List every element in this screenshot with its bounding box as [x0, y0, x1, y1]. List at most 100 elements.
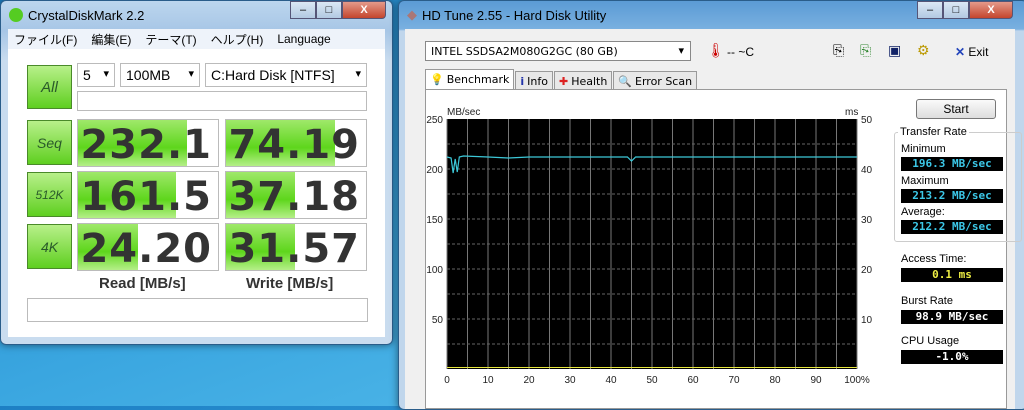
- read-header: Read [MB/s]: [99, 275, 186, 292]
- tab-label: Error Scan: [635, 75, 693, 88]
- hdt-body: INTEL SSDSA2M080G2GC (80 GB) 🌡 -- ~C ⎘ ⎘…: [405, 29, 1022, 409]
- read-result: 232.1: [77, 119, 219, 167]
- maximum-label: Maximum: [901, 175, 949, 187]
- exit-button[interactable]: ✕ Exit: [955, 45, 988, 59]
- health-cross-icon: ✚: [558, 75, 569, 88]
- x-tick-label: 50: [646, 375, 658, 386]
- write-result: 31.57: [225, 223, 367, 271]
- write-header: Write [MB/s]: [246, 275, 334, 292]
- test-button-512k[interactable]: 512K: [27, 172, 72, 217]
- access-time-label: Access Time:: [901, 253, 967, 265]
- app-icon: [9, 8, 23, 22]
- y2-tick-label: 20: [861, 265, 873, 276]
- tab-label: Health: [571, 75, 608, 88]
- x-tick-label: 20: [523, 375, 535, 386]
- x-tick-label: 40: [605, 375, 617, 386]
- maximum-value: 213.2 MB/sec: [901, 189, 1003, 203]
- tab-label: Info: [527, 75, 548, 88]
- info-icon: i: [520, 75, 525, 88]
- window-controls: – □ X: [290, 1, 386, 19]
- tab-info[interactable]: i Info: [515, 71, 553, 91]
- minimum-label: Minimum: [901, 143, 946, 155]
- read-result: 24.20: [77, 223, 219, 271]
- write-value: 74.19: [228, 122, 360, 167]
- benchmark-chart: MB/sec ms2502001501005050403020100 10 20 30 4…: [426, 107, 873, 386]
- copy-icon[interactable]: ⎘: [833, 42, 844, 59]
- cdm-body: All 5 100MB C:Hard Disk [NTFS] Seq 232.1…: [8, 49, 385, 337]
- maximize-button[interactable]: □: [316, 1, 342, 19]
- save-icon[interactable]: ▣: [888, 42, 901, 59]
- benchmark-panel: MB/sec ms 250 200 150 100 50 50 40 30 20 10 0 10 20 30 4…: [425, 89, 1022, 409]
- test-button-4k[interactable]: 4K: [27, 224, 72, 269]
- magnifier-icon: 🔍: [618, 75, 633, 88]
- tab-error-scan[interactable]: 🔍 Error Scan: [613, 71, 698, 91]
- write-value: 37.18: [228, 174, 360, 219]
- x-tick-label: 60: [687, 375, 699, 386]
- y2-tick-label: 40: [861, 165, 873, 176]
- x-tick-label: 30: [564, 375, 576, 386]
- menu-help[interactable]: ヘルプ(H): [211, 31, 264, 48]
- runs-select[interactable]: 5: [77, 63, 115, 87]
- access-time-value: 0.1 ms: [901, 268, 1003, 282]
- comment-box[interactable]: [27, 298, 368, 322]
- minimize-button[interactable]: –: [290, 1, 316, 19]
- drive-select[interactable]: C:Hard Disk [NTFS]: [205, 63, 367, 87]
- burst-rate-label: Burst Rate: [901, 295, 953, 307]
- cpu-usage-label: CPU Usage: [901, 335, 960, 347]
- menu-bar: ファイル(F) 編集(E) テーマ(T) ヘルプ(H) Language: [8, 29, 385, 49]
- window-title: HD Tune 2.55 - Hard Disk Utility: [422, 7, 607, 23]
- menu-theme[interactable]: テーマ(T): [145, 31, 196, 48]
- write-value: 31.57: [228, 226, 360, 271]
- size-select[interactable]: 100MB: [120, 63, 200, 87]
- read-result: 161.5: [77, 171, 219, 219]
- y2-tick-label: 50: [861, 115, 873, 126]
- x-tick-label: 70: [728, 375, 740, 386]
- tab-health[interactable]: ✚ Health: [553, 71, 613, 91]
- close-button[interactable]: X: [969, 1, 1013, 19]
- x-tick-label: 100%: [844, 375, 870, 386]
- minimize-button[interactable]: –: [917, 1, 943, 19]
- copy-all-icon[interactable]: ⎘: [860, 42, 871, 59]
- y-tick-label: 150: [426, 215, 443, 226]
- status-box: [77, 91, 367, 111]
- read-value: 161.5: [80, 174, 212, 219]
- drive-select[interactable]: INTEL SSDSA2M080G2GC (80 GB): [425, 41, 691, 61]
- average-label: Average:: [901, 206, 945, 218]
- read-value: 24.20: [80, 226, 212, 271]
- x-tick-label: 0: [444, 375, 450, 386]
- y-tick-label: 100: [426, 265, 443, 276]
- window-title: CrystalDiskMark 2.2: [28, 7, 145, 23]
- y-tick-label: 50: [432, 315, 444, 326]
- hdtune-window: ◆ HD Tune 2.55 - Hard Disk Utility – □ X IN…: [398, 0, 1024, 410]
- all-button[interactable]: All: [27, 65, 72, 109]
- y-axis-label: MB/sec: [447, 107, 480, 118]
- window-controls: – □ X: [917, 1, 1013, 19]
- maximize-button[interactable]: □: [943, 1, 969, 19]
- transfer-rate-label: Transfer Rate: [898, 126, 969, 138]
- burst-rate-value: 98.9 MB/sec: [901, 310, 1003, 324]
- menu-file[interactable]: ファイル(F): [14, 31, 77, 48]
- menu-edit[interactable]: 編集(E): [91, 31, 131, 48]
- test-button-seq[interactable]: Seq: [27, 120, 72, 165]
- minimum-value: 196.3 MB/sec: [901, 157, 1003, 171]
- tab-label: Benchmark: [446, 73, 510, 86]
- tab-bar: 💡 Benchmark i Info ✚ Health 🔍 Error Scan: [425, 69, 698, 91]
- close-button[interactable]: X: [342, 1, 386, 19]
- crystaldiskmark-window: CrystalDiskMark 2.2 – □ X ファイル(F) 編集(E) テー…: [0, 0, 393, 345]
- exit-label: Exit: [968, 45, 989, 59]
- x-tick-label: 10: [482, 375, 494, 386]
- cpu-usage-value: -1.0%: [901, 350, 1003, 364]
- start-button[interactable]: Start: [916, 99, 996, 119]
- x-tick-label: 90: [810, 375, 822, 386]
- y2-axis-label: ms: [845, 107, 858, 118]
- menu-language[interactable]: Language: [277, 32, 330, 46]
- y-tick-label: 200: [426, 165, 443, 176]
- y-tick-label: 250: [426, 115, 443, 126]
- write-result: 37.18: [225, 171, 367, 219]
- tab-benchmark[interactable]: 💡 Benchmark: [425, 69, 515, 91]
- average-value: 212.2 MB/sec: [901, 220, 1003, 234]
- exit-icon: ✕: [955, 45, 966, 59]
- options-icon[interactable]: ⚙: [917, 42, 930, 59]
- x-tick-label: 80: [769, 375, 781, 386]
- read-value: 232.1: [80, 122, 212, 167]
